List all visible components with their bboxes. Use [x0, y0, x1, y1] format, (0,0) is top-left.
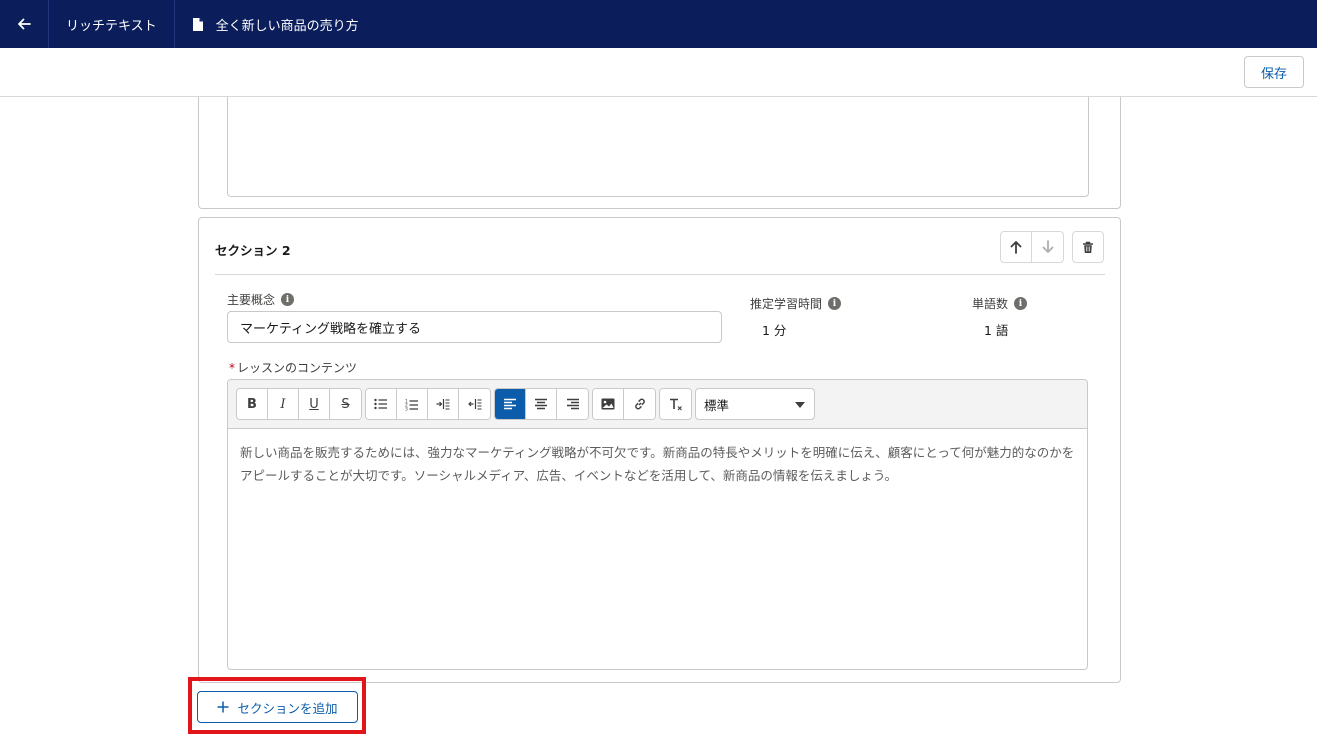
align-right-button[interactable] — [557, 389, 588, 419]
est-time-label: 推定学習時間 — [750, 297, 823, 311]
editor-toolbar: B I U S 123 標準 — [228, 380, 1087, 429]
link-icon — [634, 398, 645, 410]
arrow-left-icon — [18, 18, 31, 30]
clear-format-group — [659, 388, 692, 420]
back-button[interactable] — [0, 0, 49, 48]
svg-text:3: 3 — [405, 406, 408, 411]
top-nav-bar: リッチテキスト 全く新しい商品の売り方 — [0, 0, 1317, 48]
est-time-value: 1 分 — [762, 323, 787, 338]
rich-text-editor: B I U S 123 標準 新しい商品を販売するためには、強力なマーケティング… — [227, 379, 1088, 670]
word-count-label: 単語数 — [972, 297, 1009, 311]
move-down-button[interactable] — [1032, 231, 1064, 263]
editor-body[interactable]: 新しい商品を販売するためには、強力なマーケティング戦略が不可欠です。新商品の特長… — [228, 429, 1087, 499]
content-label: レッスンのコンテンツ — [237, 361, 358, 375]
outdent-icon — [467, 399, 481, 410]
add-section-label: セクションを追加 — [237, 700, 338, 716]
clear-formatting-button[interactable] — [660, 389, 691, 419]
indent-button[interactable] — [428, 389, 459, 419]
section-1-editor[interactable] — [227, 97, 1089, 197]
key-concept-label-row: 主要概念 i — [227, 291, 295, 308]
document-icon — [192, 17, 203, 31]
list-indent-group: 123 — [365, 388, 491, 420]
document-title: 全く新しい商品の売り方 — [215, 18, 359, 34]
align-left-icon — [504, 398, 516, 410]
numbered-list-icon: 123 — [405, 398, 418, 411]
alignment-group — [494, 388, 589, 420]
document-title-area: 全く新しい商品の売り方 — [175, 0, 376, 48]
italic-button[interactable]: I — [268, 389, 299, 419]
word-count-label-row: 単語数 i — [972, 295, 1028, 312]
section-divider — [215, 274, 1105, 275]
key-concept-input[interactable]: マーケティング戦略を確立する — [227, 311, 722, 343]
info-icon[interactable]: i — [1014, 297, 1028, 310]
bullet-list-icon — [374, 398, 387, 410]
section-title: セクション 2 — [215, 243, 291, 258]
word-count-value: 1 語 — [984, 323, 1009, 338]
insert-image-button[interactable] — [593, 389, 624, 419]
chevron-down-icon — [795, 402, 805, 408]
add-section-button[interactable]: セクションを追加 — [197, 691, 358, 723]
section-2-card: セクション 2 主要概念 i マーケティング戦略を確立する 推定学習時間 i 1… — [198, 217, 1121, 683]
est-time-label-row: 推定学習時間 i — [750, 295, 842, 312]
arrow-up-icon — [1010, 241, 1022, 254]
bullet-list-button[interactable] — [366, 389, 397, 419]
align-center-icon — [535, 398, 547, 410]
info-icon[interactable]: i — [828, 297, 842, 310]
delete-section-button[interactable] — [1072, 231, 1104, 263]
info-icon[interactable]: i — [281, 293, 295, 306]
plus-icon — [217, 701, 229, 713]
clear-formatting-icon — [669, 398, 682, 410]
format-select[interactable]: 標準 — [695, 388, 815, 420]
strikethrough-button[interactable]: S — [330, 389, 361, 419]
indent-icon — [436, 399, 450, 410]
outdent-button[interactable] — [459, 389, 490, 419]
move-up-button[interactable] — [1000, 231, 1032, 263]
arrow-down-icon — [1042, 240, 1053, 253]
insert-link-button[interactable] — [624, 389, 655, 419]
underline-button[interactable]: U — [299, 389, 330, 419]
align-right-icon — [566, 398, 579, 410]
align-left-button[interactable] — [495, 389, 526, 419]
insert-group — [592, 388, 656, 420]
required-marker: * — [229, 360, 235, 375]
breadcrumb-rich-text[interactable]: リッチテキスト — [49, 0, 175, 48]
align-center-button[interactable] — [526, 389, 557, 419]
key-concept-label: 主要概念 — [227, 293, 276, 307]
text-format-group: B I U S — [236, 388, 362, 420]
trash-icon — [1083, 241, 1093, 253]
image-icon — [601, 398, 615, 410]
content-label-row: * レッスンのコンテンツ — [229, 359, 357, 376]
editor-content-area[interactable]: セクション 2 主要概念 i マーケティング戦略を確立する 推定学習時間 i 1… — [0, 97, 1317, 753]
bold-button[interactable]: B — [237, 389, 268, 419]
save-button[interactable]: 保存 — [1244, 56, 1304, 88]
format-select-value: 標準 — [704, 397, 730, 413]
section-1-card — [198, 97, 1121, 209]
action-bar: 保存 — [0, 48, 1317, 97]
numbered-list-button[interactable]: 123 — [397, 389, 428, 419]
